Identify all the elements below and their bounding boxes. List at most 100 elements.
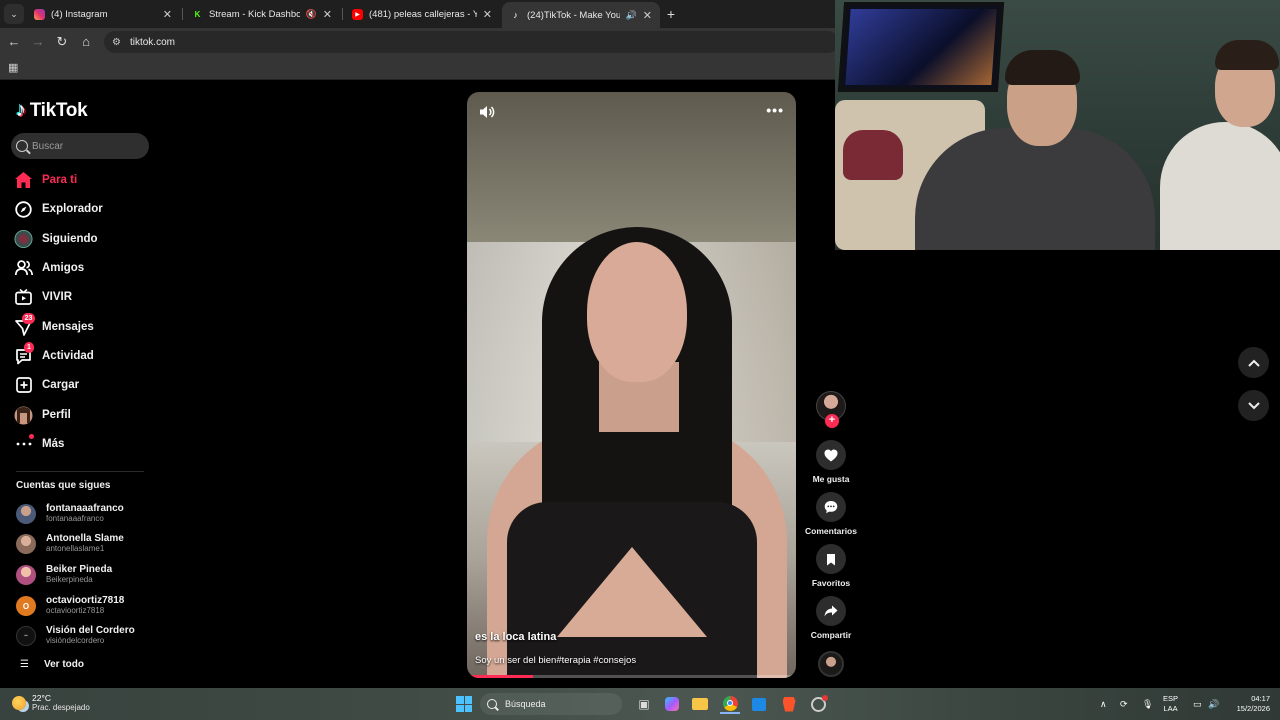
tray-chevron-icon[interactable]: ∧ bbox=[1100, 688, 1107, 720]
nav-explorador[interactable]: Explorador bbox=[14, 197, 144, 221]
comments-button[interactable]: Comentarios bbox=[805, 492, 857, 536]
speaker-icon[interactable]: 🔊 bbox=[1208, 688, 1219, 720]
video-figure bbox=[587, 242, 687, 382]
nav-cargar[interactable]: Cargar bbox=[14, 373, 144, 397]
close-tab-icon[interactable]: ✕ bbox=[323, 8, 332, 21]
comment-icon bbox=[816, 492, 846, 522]
following-account[interactable]: fontanaaafranco fontanaaafranco bbox=[16, 501, 146, 527]
language-indicator[interactable]: ESP LAA bbox=[1163, 688, 1178, 720]
avatar: O bbox=[16, 596, 36, 616]
account-handle: visióndelcordero bbox=[46, 636, 105, 645]
volume-icon[interactable] bbox=[479, 104, 497, 122]
nav-para-ti[interactable]: Para ti bbox=[14, 168, 144, 192]
video-username[interactable]: es la loca latina bbox=[475, 631, 556, 643]
webcam-monitor bbox=[837, 2, 1005, 92]
close-tab-icon[interactable]: ✕ bbox=[643, 9, 652, 22]
copilot-icon[interactable] bbox=[662, 694, 682, 714]
video-more-options-icon[interactable]: ••• bbox=[766, 102, 784, 118]
avatar-initial: O bbox=[22, 601, 30, 611]
list-icon: ☰ bbox=[20, 659, 29, 670]
kick-icon: K bbox=[194, 9, 201, 19]
next-video-button[interactable] bbox=[1238, 390, 1269, 421]
windows-taskbar: 22°C Prac. despejado Búsqueda ▣ ∧ ⟳ 🎙 ES… bbox=[0, 688, 1280, 720]
youtube-icon: ▶ bbox=[352, 8, 363, 20]
microphone-icon[interactable]: 🎙 bbox=[1142, 688, 1153, 720]
sync-icon[interactable]: ⟳ bbox=[1120, 688, 1128, 720]
search-bar[interactable] bbox=[11, 133, 149, 159]
audio-playing-icon[interactable]: 🔊 bbox=[626, 10, 637, 21]
tab-title: (481) peleas callejeras - YouTube bbox=[369, 8, 477, 20]
taskbar-search[interactable]: Búsqueda bbox=[480, 693, 622, 715]
nav-label: Perfil bbox=[42, 409, 71, 421]
see-all-link[interactable]: ☰ Ver todo bbox=[20, 659, 84, 670]
activity-badge: 1 bbox=[24, 341, 34, 353]
nav-mensajes[interactable]: 23 Mensajes bbox=[14, 312, 144, 339]
avatar bbox=[16, 534, 36, 554]
reload-icon[interactable]: ↻ bbox=[52, 32, 72, 52]
apps-grid-icon[interactable]: ▦ bbox=[8, 61, 18, 74]
back-arrow-icon[interactable]: ← bbox=[4, 32, 24, 52]
following-account[interactable]: O octavioortiz7818 octavioortiz7818 bbox=[16, 593, 146, 619]
chrome-icon[interactable] bbox=[720, 694, 740, 714]
messages-badge: 23 bbox=[22, 312, 35, 324]
account-name: Beiker Pineda bbox=[46, 564, 113, 575]
forward-arrow-icon[interactable]: → bbox=[28, 32, 48, 52]
nav-label: Mensajes bbox=[42, 321, 94, 333]
nav-amigos[interactable]: Amigos bbox=[14, 256, 144, 280]
messages-icon: 23 bbox=[14, 312, 35, 337]
tab-title: (4) Instagram bbox=[51, 8, 108, 20]
file-explorer-icon[interactable] bbox=[690, 694, 710, 714]
action-label: Compartir bbox=[810, 630, 852, 640]
home-icon[interactable]: ⌂ bbox=[76, 32, 96, 52]
tab-search-chevron-icon[interactable]: ⌄ bbox=[4, 4, 24, 24]
follow-plus-icon[interactable]: + bbox=[825, 414, 839, 428]
favorites-button[interactable]: Favoritos bbox=[806, 544, 856, 588]
tab-title: Stream - Kick Dashboard bbox=[209, 8, 300, 20]
nav-actividad[interactable]: 1 Actividad bbox=[14, 341, 144, 368]
nav-vivir[interactable]: VIVIR bbox=[14, 285, 144, 309]
app-icon[interactable] bbox=[808, 694, 828, 714]
account-name: Visión del Cordero bbox=[46, 625, 135, 636]
following-account[interactable]: Beiker Pineda Beikerpineda bbox=[16, 562, 146, 588]
following-account[interactable]: Antonella Slame antonellaslame1 bbox=[16, 531, 146, 557]
site-info-icon[interactable]: ⚙ bbox=[112, 37, 121, 48]
partly-cloudy-icon bbox=[12, 696, 26, 710]
tab-instagram[interactable]: (4) Instagram ✕ bbox=[26, 2, 180, 26]
following-account[interactable]: ▪▪ Visión del Cordero visióndelcordero bbox=[16, 623, 146, 649]
task-view-icon[interactable]: ▣ bbox=[634, 694, 654, 714]
muted-icon[interactable]: 🔇 bbox=[306, 9, 317, 20]
start-button[interactable] bbox=[454, 694, 474, 714]
brave-icon[interactable] bbox=[779, 694, 799, 714]
video-player[interactable]: ••• es la loca latina Soy un ser del bie… bbox=[467, 92, 796, 678]
tab-youtube[interactable]: ▶ (481) peleas callejeras - YouTube ✕ bbox=[344, 2, 500, 26]
profile-avatar-icon bbox=[14, 406, 33, 425]
keyboard-layout: LAA bbox=[1163, 704, 1178, 713]
search-input[interactable] bbox=[32, 140, 142, 152]
store-icon[interactable] bbox=[749, 694, 769, 714]
search-icon[interactable] bbox=[16, 140, 28, 152]
tab-tiktok[interactable]: ♪ (24)TikTok - Make Your Day 🔊 ✕ bbox=[502, 2, 660, 28]
notification-dot bbox=[29, 433, 34, 439]
nav-siguiendo[interactable]: Siguiendo bbox=[14, 227, 144, 251]
close-tab-icon[interactable]: ✕ bbox=[483, 8, 492, 21]
creator-avatar[interactable]: + bbox=[816, 391, 846, 428]
nav-perfil[interactable]: Perfil bbox=[14, 403, 144, 427]
webcam-bag bbox=[843, 130, 903, 180]
tab-kick[interactable]: K Stream - Kick Dashboard 🔇 ✕ bbox=[184, 2, 340, 26]
new-tab-button[interactable]: + bbox=[664, 4, 678, 24]
action-label: Comentarios bbox=[805, 526, 857, 536]
network-icon[interactable]: ▭ bbox=[1193, 688, 1202, 720]
close-tab-icon[interactable]: ✕ bbox=[163, 8, 172, 21]
address-bar[interactable]: ⚙ tiktok.com bbox=[104, 31, 839, 53]
webcam-person bbox=[915, 128, 1155, 250]
nav-mas[interactable]: Más bbox=[14, 432, 144, 456]
sound-disc-icon[interactable] bbox=[818, 651, 844, 677]
tiktok-logo[interactable]: ♪ TikTok bbox=[16, 99, 88, 122]
previous-video-button[interactable] bbox=[1238, 347, 1269, 378]
like-button[interactable]: Me gusta bbox=[806, 440, 856, 484]
system-clock[interactable]: 04:17 15/2/2026 bbox=[1224, 688, 1270, 720]
weather-widget[interactable]: 22°C Prac. despejado bbox=[12, 693, 90, 713]
video-progress-bar[interactable] bbox=[467, 675, 796, 678]
share-button[interactable]: Compartir bbox=[806, 596, 856, 640]
url-text: tiktok.com bbox=[129, 36, 175, 48]
